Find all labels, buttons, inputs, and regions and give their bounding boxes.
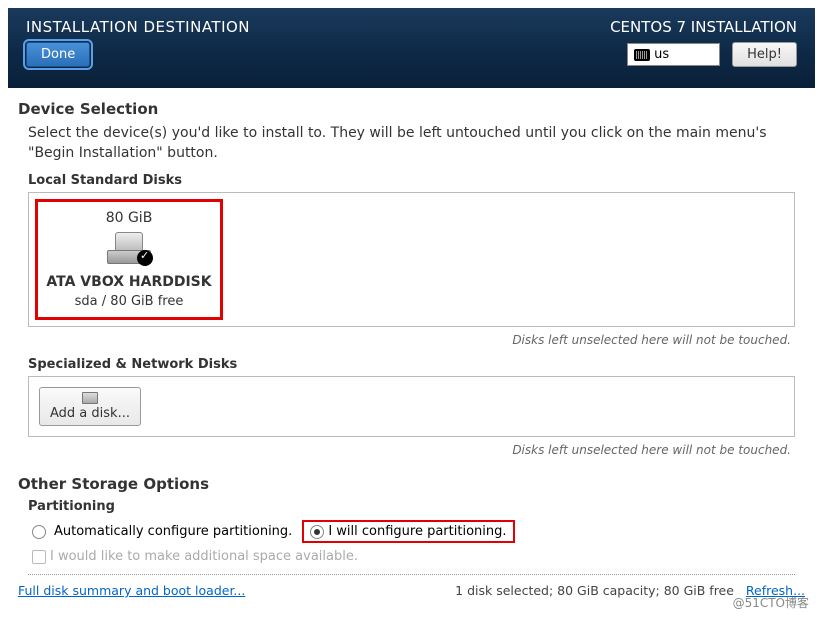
device-selection-heading: Device Selection bbox=[18, 100, 805, 118]
disk-size: 80 GiB bbox=[44, 210, 214, 226]
footer-bar: Full disk summary and boot loader... 1 d… bbox=[0, 575, 823, 606]
partitioning-radios: Automatically configure partitioning. I … bbox=[32, 520, 805, 543]
done-button[interactable]: Done bbox=[26, 42, 90, 67]
watermark: @51CTO博客 bbox=[733, 594, 809, 611]
keyboard-icon bbox=[634, 49, 650, 61]
add-disk-button[interactable]: Add a disk... bbox=[39, 387, 141, 426]
auto-partition-radio[interactable] bbox=[32, 525, 46, 539]
add-disk-label: Add a disk... bbox=[50, 406, 130, 421]
manual-partition-radio[interactable] bbox=[310, 525, 324, 539]
disk-item-sda[interactable]: 80 GiB ATA VBOX HARDDISK sda / 80 GiB fr… bbox=[35, 199, 223, 320]
header-bar: INSTALLATION DESTINATION Done CENTOS 7 I… bbox=[8, 8, 815, 88]
harddisk-icon bbox=[107, 232, 151, 264]
storage-options-heading: Other Storage Options bbox=[18, 475, 805, 493]
disk-name: ATA VBOX HARDDISK bbox=[44, 274, 214, 290]
manual-partition-highlight: I will configure partitioning. bbox=[302, 520, 514, 543]
main-content: Device Selection Select the device(s) yo… bbox=[0, 88, 823, 575]
help-button[interactable]: Help! bbox=[732, 42, 797, 67]
network-disks-label: Specialized & Network Disks bbox=[28, 357, 805, 372]
manual-partition-label: I will configure partitioning. bbox=[328, 524, 506, 539]
local-disks-container: 80 GiB ATA VBOX HARDDISK sda / 80 GiB fr… bbox=[28, 192, 795, 327]
installer-title: CENTOS 7 INSTALLATION bbox=[610, 18, 797, 36]
additional-space-checkbox bbox=[32, 550, 46, 564]
disk-status-text: 1 disk selected; 80 GiB capacity; 80 GiB… bbox=[455, 583, 734, 598]
untouched-note: Disks left unselected here will not be t… bbox=[18, 333, 791, 347]
network-disks-container: Add a disk... bbox=[28, 376, 795, 437]
untouched-note-network: Disks left unselected here will not be t… bbox=[18, 443, 791, 457]
keyboard-layout-indicator[interactable]: us bbox=[627, 43, 720, 66]
disk-summary-link[interactable]: Full disk summary and boot loader... bbox=[18, 583, 245, 598]
keyboard-layout-label: us bbox=[654, 47, 669, 62]
additional-space-label: I would like to make additional space av… bbox=[50, 549, 358, 564]
disk-small-icon bbox=[82, 392, 98, 404]
selected-check-icon bbox=[137, 250, 153, 266]
device-selection-description: Select the device(s) you'd like to insta… bbox=[28, 124, 805, 163]
partitioning-label: Partitioning bbox=[28, 499, 805, 514]
local-disks-label: Local Standard Disks bbox=[28, 173, 805, 188]
additional-space-row: I would like to make additional space av… bbox=[32, 549, 805, 564]
page-title: INSTALLATION DESTINATION bbox=[26, 18, 250, 36]
disk-details: sda / 80 GiB free bbox=[44, 294, 214, 309]
auto-partition-label: Automatically configure partitioning. bbox=[54, 524, 292, 539]
